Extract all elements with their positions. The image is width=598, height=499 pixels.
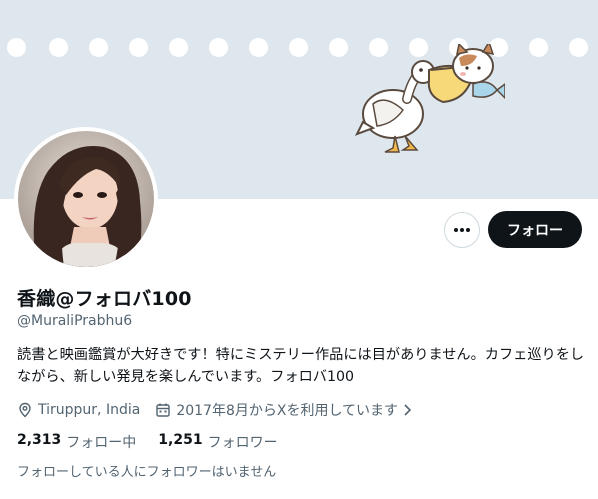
display-name: 香織@フォロバ100: [17, 288, 192, 310]
profile-bio: 読書と映画鑑賞が大好きです！特にミステリー作品には目がありません。カフェ巡りをし…: [17, 347, 585, 385]
banner-dots-decoration: [0, 38, 598, 58]
followers-count: 1,251: [158, 432, 203, 448]
following-link[interactable]: 2,313 フォロー中: [17, 432, 136, 452]
follow-stats: 2,313 フォロー中 1,251 フォロワー: [17, 432, 300, 452]
followers-label: フォロワー: [207, 435, 278, 451]
more-options-button[interactable]: [444, 212, 480, 248]
following-label: フォロー中: [66, 435, 137, 451]
mutual-followers-note: フォローしている人にフォロワーはいません: [17, 465, 277, 480]
user-handle: @MuraliPrabhu6: [17, 313, 133, 329]
avatar-portrait-image: [18, 131, 154, 267]
calendar-icon: [155, 402, 171, 418]
joined-date-link[interactable]: 2017年8月からXを利用しています: [176, 400, 398, 420]
profile-avatar[interactable]: [14, 127, 158, 271]
location-text: Tiruppur, India: [38, 402, 141, 418]
pelican-illustration: [355, 44, 505, 153]
followers-link[interactable]: 1,251 フォロワー: [158, 432, 277, 452]
chevron-right-icon[interactable]: [402, 403, 412, 417]
profile-meta: Tiruppur, India 2017年8月からXを利用しています: [17, 400, 412, 420]
more-dots-icon: [454, 228, 470, 232]
location-pin-icon: [17, 402, 33, 418]
follow-button[interactable]: フォロー: [488, 211, 582, 248]
following-count: 2,313: [17, 432, 62, 448]
